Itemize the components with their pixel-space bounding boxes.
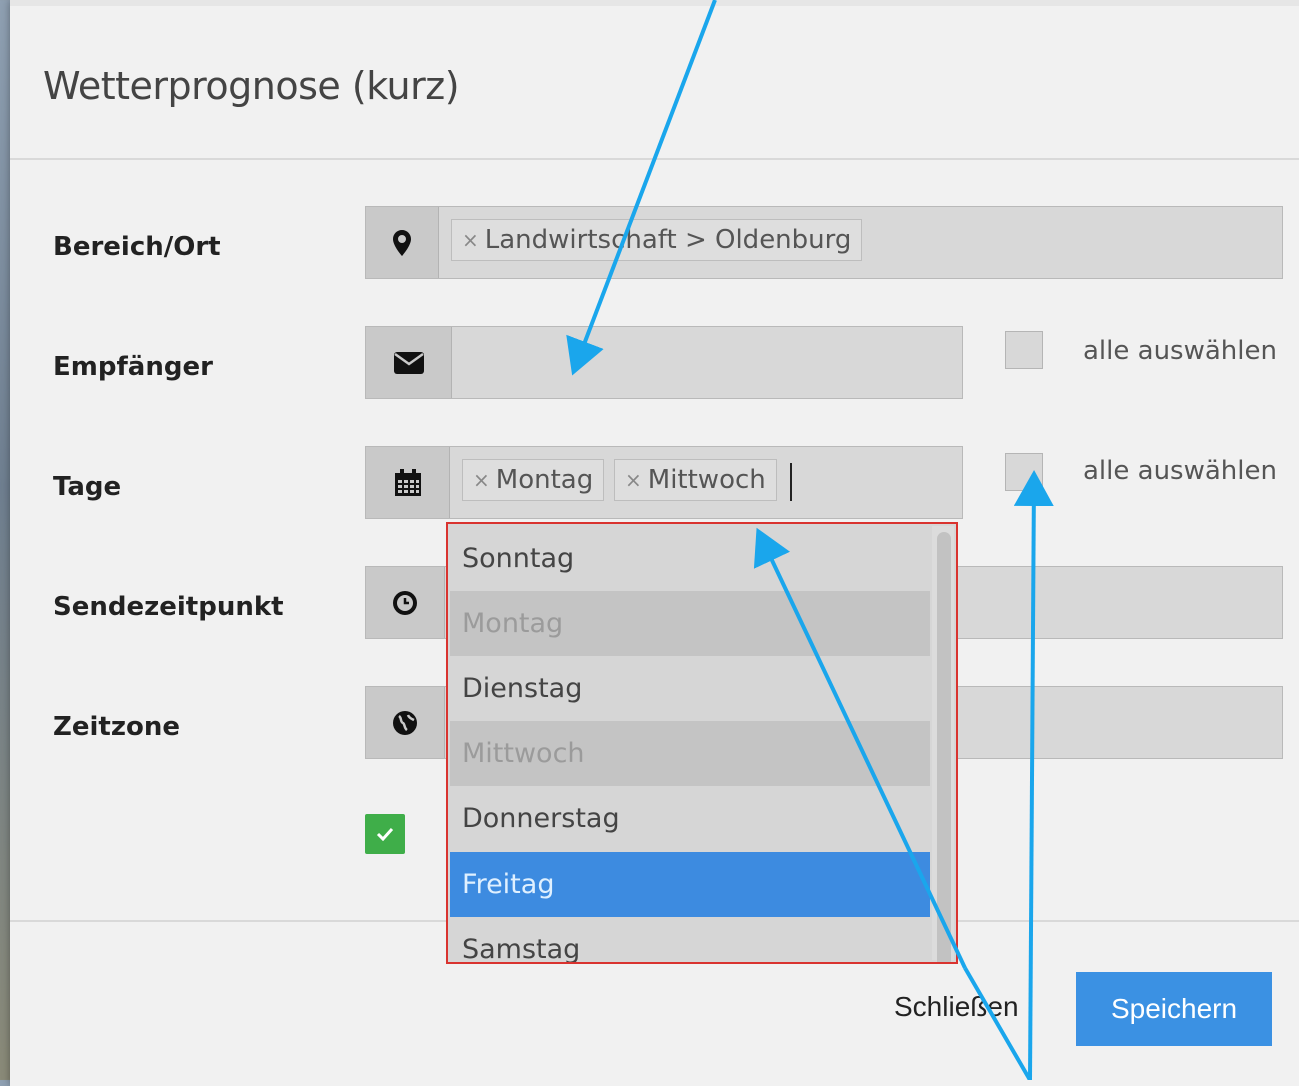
zeitzone-label: Zeitzone — [53, 712, 180, 742]
active-checkbox[interactable] — [365, 814, 405, 854]
check-icon — [376, 827, 394, 841]
tag-label: Montag — [495, 465, 594, 495]
empfaenger-select[interactable] — [365, 326, 963, 399]
tage-select[interactable]: × Montag × Mittwoch — [365, 446, 963, 519]
dropdown-option-sonntag[interactable]: Sonntag — [450, 526, 930, 591]
tag-remove-icon[interactable]: × — [462, 228, 479, 252]
dropdown-option-freitag[interactable]: Freitag — [450, 852, 930, 917]
empfaenger-label: Empfänger — [53, 352, 213, 382]
globe-icon — [366, 687, 445, 758]
dropdown-option-mittwoch: Mittwoch — [450, 721, 930, 786]
tag-landwirtschaft[interactable]: × Landwirtschaft > Oldenburg — [451, 219, 863, 261]
tage-label: Tage — [53, 472, 122, 502]
modal-title: Wetterprognose (kurz) — [43, 64, 460, 108]
dropdown-option-samstag[interactable]: Samstag — [450, 917, 930, 962]
empfaenger-select-all-label[interactable]: alle auswählen — [1083, 336, 1277, 366]
close-button[interactable]: Schließen — [894, 991, 1019, 1023]
modal-dialog: Wetterprognose (kurz) Bereich/Ort × Land… — [10, 0, 1299, 1086]
dropdown-option-dienstag[interactable]: Dienstag — [450, 656, 930, 721]
map-marker-icon — [366, 207, 439, 278]
dropdown-option-donnerstag[interactable]: Donnerstag — [450, 786, 930, 851]
tag-label: Landwirtschaft > Oldenburg — [484, 225, 852, 255]
dropdown-scrollbar-thumb[interactable] — [937, 532, 951, 962]
bereich-label: Bereich/Ort — [53, 232, 221, 262]
clock-icon — [366, 567, 445, 638]
envelope-icon — [366, 327, 452, 398]
calendar-icon — [366, 447, 450, 518]
dropdown-option-montag: Montag — [450, 591, 930, 656]
empfaenger-select-all-checkbox[interactable] — [1005, 331, 1043, 369]
tag-montag[interactable]: × Montag — [462, 459, 605, 501]
save-button[interactable]: Speichern — [1076, 972, 1272, 1046]
header-divider — [10, 158, 1299, 160]
bereich-select[interactable]: × Landwirtschaft > Oldenburg — [365, 206, 1283, 279]
tag-remove-icon[interactable]: × — [473, 468, 490, 492]
text-cursor — [790, 463, 792, 501]
tage-select-all-checkbox[interactable] — [1005, 453, 1043, 491]
sendezeitpunkt-label: Sendezeitpunkt — [53, 592, 284, 622]
tag-mittwoch[interactable]: × Mittwoch — [614, 459, 777, 501]
tag-label: Mittwoch — [647, 465, 766, 495]
tag-remove-icon[interactable]: × — [625, 468, 642, 492]
tage-select-all-label[interactable]: alle auswählen — [1083, 456, 1277, 486]
days-dropdown[interactable]: Sonntag Montag Dienstag Mittwoch Donners… — [446, 522, 958, 964]
